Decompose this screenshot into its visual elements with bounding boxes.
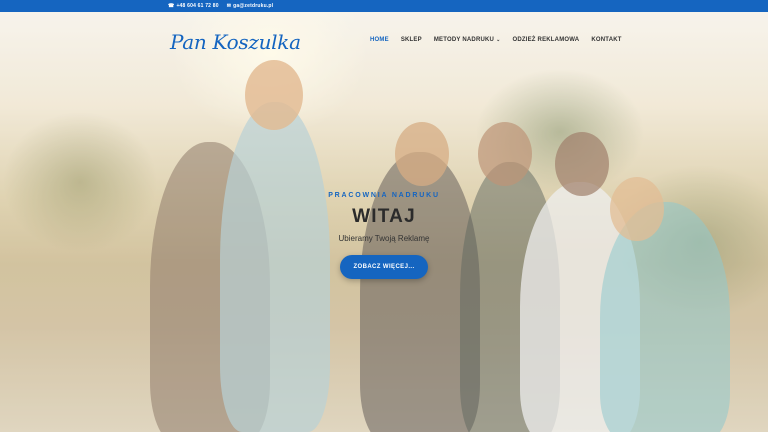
nav-metody-nadruku[interactable]: METODY NADRUKU ⌄ (434, 37, 501, 43)
see-more-button[interactable]: ZOBACZ WIĘCEJ... (340, 255, 428, 279)
chevron-down-icon: ⌄ (496, 37, 501, 43)
hero-subtitle: Ubieramy Twoją Reklamę (338, 234, 430, 243)
phone-link[interactable]: ☎ +48 604 61 72 80 (168, 3, 219, 9)
nav-kontakt-label: KONTAKT (591, 37, 622, 43)
nav-home[interactable]: HOME (370, 37, 389, 43)
hero-title: WITAJ (352, 206, 416, 227)
top-contact-bar: ☎ +48 604 61 72 80 ✉ ga@zetdruku.pl (0, 0, 768, 12)
phone-number: +48 604 61 72 80 (176, 3, 219, 9)
nav-sklep[interactable]: SKLEP (401, 37, 422, 43)
mail-icon: ✉ (226, 3, 232, 9)
hero-content: PRACOWNIA NADRUKU WITAJ Ubieramy Twoją R… (0, 192, 768, 279)
hero-kicker: PRACOWNIA NADRUKU (328, 192, 440, 199)
nav-odziez-label: ODZIEŻ REKLAMOWA (512, 37, 580, 43)
email-link[interactable]: ✉ ga@zetdruku.pl (227, 3, 274, 9)
nav-kontakt[interactable]: KONTAKT (591, 37, 621, 43)
nav-sklep-label: SKLEP (400, 37, 422, 43)
site-logo[interactable]: Pan Koszulka (170, 30, 301, 54)
nav-metody-label: METODY NADRUKU (433, 37, 495, 43)
nav-home-label: HOME (370, 37, 389, 43)
nav-odziez-reklamowa[interactable]: ODZIEŻ REKLAMOWA (512, 37, 579, 43)
phone-icon: ☎ (168, 3, 175, 9)
email-address: ga@zetdruku.pl (233, 3, 274, 9)
main-nav: HOME SKLEP METODY NADRUKU ⌄ ODZIEŻ REKLA… (370, 37, 622, 43)
site-header: Pan Koszulka HOME SKLEP METODY NADRUKU ⌄… (0, 12, 768, 54)
